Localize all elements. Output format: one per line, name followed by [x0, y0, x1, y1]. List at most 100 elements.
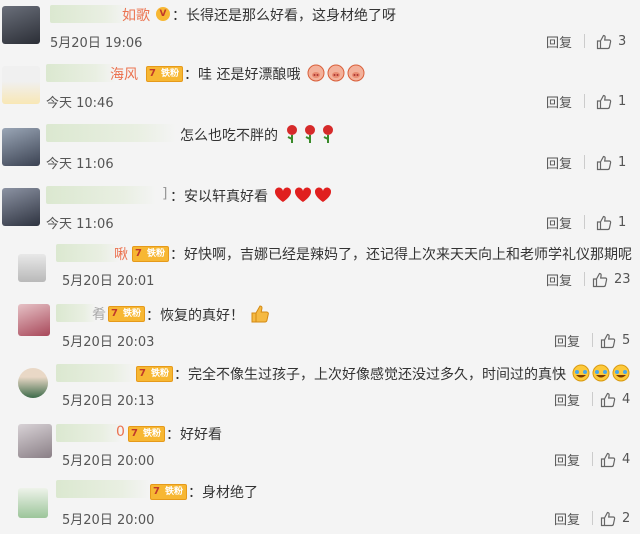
- heart-icon: [294, 187, 312, 207]
- username-blurred[interactable]: [56, 424, 122, 442]
- comment-item: ] ：安以轩真好看 今天 11:06 回复 1: [0, 178, 640, 238]
- heart-icon: [274, 187, 292, 207]
- like-count: 2: [622, 511, 631, 526]
- reply-button[interactable]: 回复: [546, 153, 572, 172]
- comment-text: ：身材绝了: [188, 485, 258, 501]
- comment-item: 啾 铁粉 ：好快啊，吉娜已经是辣妈了，还记得上次来天天向上和老师学礼仪那期呢 5…: [0, 238, 640, 294]
- like-button[interactable]: 3: [596, 31, 626, 49]
- comment-text: ：好快啊，吉娜已经是辣妈了，还记得上次来天天向上和老师学礼仪那期呢: [170, 247, 632, 263]
- fan-badge: 铁粉: [108, 306, 146, 322]
- username[interactable]: ]: [162, 186, 167, 202]
- fan-badge: 铁粉: [128, 426, 166, 442]
- timestamp: 5月20日 20:00: [62, 513, 155, 528]
- reply-button[interactable]: 回复: [546, 92, 572, 111]
- username-blurred[interactable]: [56, 304, 96, 322]
- crying-laugh-icon: [572, 364, 590, 386]
- divider: [592, 333, 593, 347]
- thumbs-up-icon: [600, 511, 616, 526]
- like-button[interactable]: 1: [596, 212, 626, 230]
- like-button[interactable]: 4: [600, 449, 630, 467]
- thumbs-up-icon: [600, 392, 616, 407]
- timestamp: 5月20日 19:06: [50, 36, 143, 51]
- like-button[interactable]: 1: [596, 152, 626, 170]
- timestamp: 5月20日 20:13: [62, 394, 155, 409]
- like-button[interactable]: 23: [592, 269, 631, 287]
- username[interactable]: 肴: [92, 304, 106, 324]
- avatar[interactable]: [18, 424, 52, 458]
- username-blurred[interactable]: [46, 124, 176, 142]
- comment-item: 铁粉 ：完全不像生过孩子，上次好像感觉还没过多久，时间过的真快 5月20日 20…: [0, 354, 640, 414]
- like-button[interactable]: 4: [600, 389, 630, 407]
- crying-laugh-icon: [592, 364, 610, 386]
- reply-button[interactable]: 回复: [554, 390, 580, 409]
- divider: [584, 94, 585, 108]
- avatar[interactable]: [18, 488, 48, 518]
- reply-button[interactable]: 回复: [554, 450, 580, 469]
- reply-button[interactable]: 回复: [554, 331, 580, 350]
- avatar[interactable]: [18, 304, 50, 336]
- like-count: 1: [618, 215, 627, 230]
- username-blurred[interactable]: [46, 186, 156, 204]
- comment-text: ：安以轩真好看: [170, 186, 332, 207]
- pig-face-icon: [347, 64, 365, 86]
- fan-badge: 铁粉: [132, 246, 170, 262]
- thumbs-up-icon: [596, 215, 612, 230]
- comment-text: ：好好看: [166, 427, 222, 443]
- comment-text: ：完全不像生过孩子，上次好像感觉还没过多久，时间过的真快: [174, 364, 630, 386]
- divider: [584, 34, 585, 48]
- avatar[interactable]: [2, 128, 40, 166]
- username-blurred[interactable]: [56, 480, 150, 498]
- avatar[interactable]: [2, 188, 40, 226]
- comment-text: ：哇 还是好漂酿哦: [184, 64, 365, 86]
- divider: [584, 272, 585, 286]
- like-button[interactable]: 2: [600, 508, 630, 526]
- username[interactable]: 啾: [114, 244, 128, 264]
- rose-icon: [320, 124, 336, 148]
- comment-item: 铁粉 ：身材绝了 5月20日 20:00 回复 2: [0, 474, 640, 534]
- comment-text: ：长得还是那么好看，这身材绝了呀: [172, 8, 396, 24]
- username-blurred[interactable]: [50, 5, 128, 23]
- like-count: 1: [618, 94, 627, 109]
- fan-badge: 铁粉: [150, 484, 188, 500]
- timestamp: 今天 11:06: [46, 157, 114, 172]
- timestamp: 5月20日 20:01: [62, 274, 155, 289]
- comment-item: 肴 铁粉 ：恢复的真好！ 5月20日 20:03 回复 5: [0, 294, 640, 354]
- divider: [584, 155, 585, 169]
- thumbs-up-icon: [600, 333, 616, 348]
- thumbs-up-icon: [596, 34, 612, 49]
- comment-item: 怎么也吃不胖的 今天 11:06 回复 1: [0, 118, 640, 178]
- pig-face-icon: [307, 64, 325, 86]
- like-count: 3: [618, 34, 627, 49]
- avatar[interactable]: [18, 254, 46, 282]
- username[interactable]: 海风: [110, 64, 138, 84]
- reply-button[interactable]: 回复: [554, 509, 580, 528]
- rose-icon: [302, 124, 318, 148]
- rose-icon: [284, 124, 300, 148]
- like-button[interactable]: 5: [600, 330, 630, 348]
- reply-button[interactable]: 回复: [546, 32, 572, 51]
- username-blurred[interactable]: [56, 244, 120, 262]
- timestamp: 5月20日 20:00: [62, 454, 155, 469]
- vip-icon: V: [156, 7, 170, 21]
- heart-icon: [314, 187, 332, 207]
- like-count: 4: [622, 392, 631, 407]
- like-count: 5: [622, 333, 631, 348]
- timestamp: 5月20日 20:03: [62, 335, 155, 350]
- username[interactable]: 0: [116, 424, 125, 440]
- fan-badge: 铁粉: [146, 66, 184, 82]
- username[interactable]: 如歌: [122, 5, 150, 25]
- divider: [592, 392, 593, 406]
- avatar[interactable]: [2, 66, 40, 104]
- avatar[interactable]: [18, 368, 48, 398]
- thumbs-up-icon: [600, 452, 616, 467]
- like-count: 4: [622, 452, 631, 467]
- username-blurred[interactable]: [46, 64, 116, 82]
- username-blurred[interactable]: [56, 364, 136, 382]
- thumbs-up-emoji-icon: [250, 304, 270, 328]
- avatar[interactable]: [2, 6, 40, 44]
- reply-button[interactable]: 回复: [546, 270, 572, 289]
- thumbs-up-icon: [592, 272, 608, 287]
- reply-button[interactable]: 回复: [546, 213, 572, 232]
- crying-laugh-icon: [612, 364, 630, 386]
- like-button[interactable]: 1: [596, 91, 626, 109]
